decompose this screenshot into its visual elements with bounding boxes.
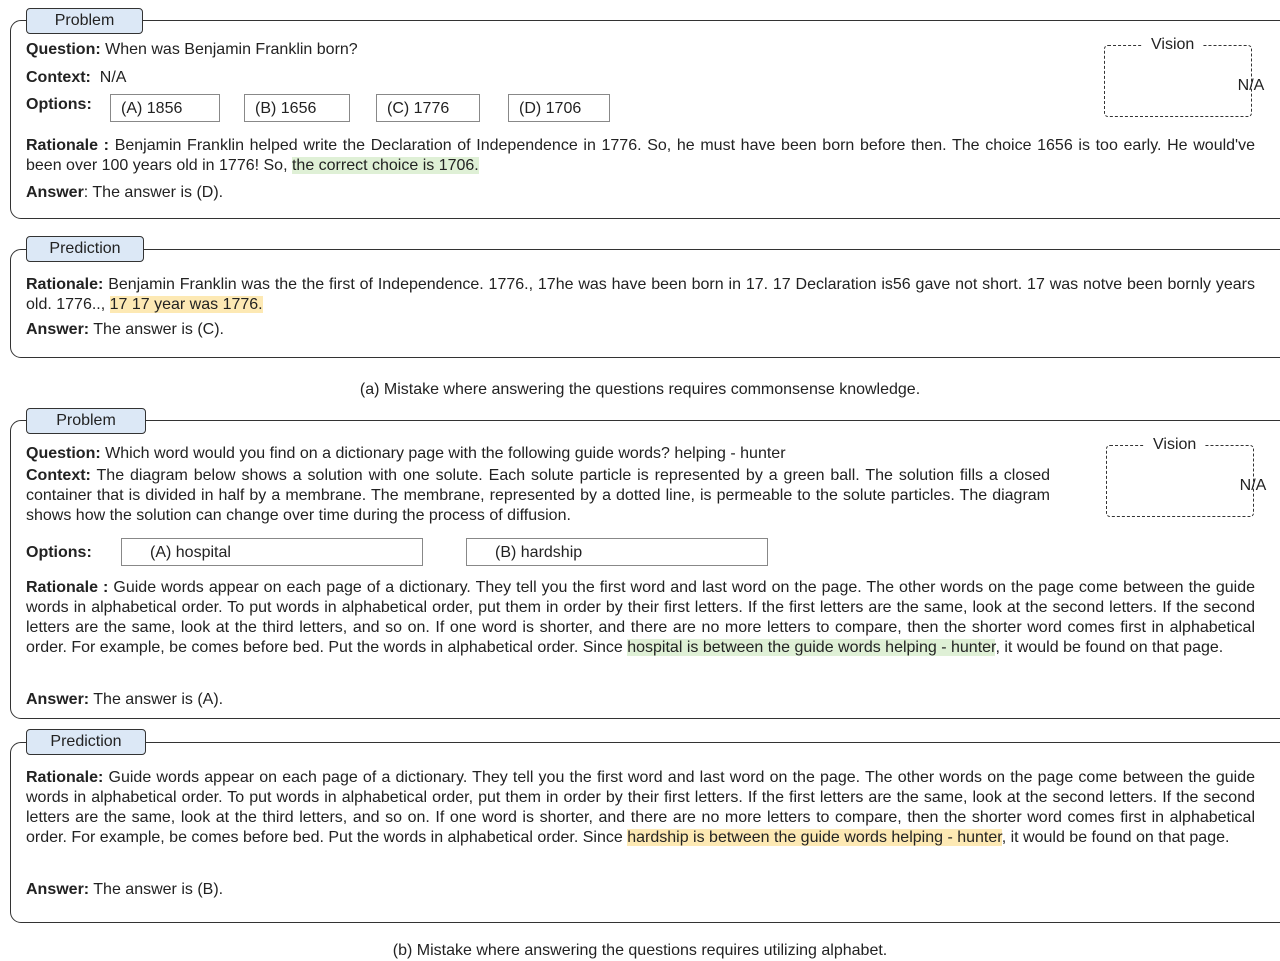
pred-rationale-highlight: hardship is between the guide words help… — [627, 829, 1002, 846]
answer-label: Answer — [26, 184, 84, 201]
pred-answer-text: The answer is (C). — [93, 321, 224, 338]
pred-rationale-highlight: 17 17 year was 1776. — [109, 296, 263, 313]
pred-answer-label: Answer: — [26, 881, 90, 898]
rationale-text: Benjamin Franklin helped write the Decla… — [26, 137, 1255, 174]
pred-rationale-tail: , it would be found on that page. — [1001, 829, 1230, 846]
context-text: N/A — [99, 69, 127, 86]
answer-row-a: Answer: The answer is (D). — [26, 183, 223, 203]
answer-label: Answer: — [26, 691, 90, 708]
prediction-rationale-b: Rationale: Guide words appear on each pa… — [26, 768, 1255, 848]
pred-answer-row-a: Answer: The answer is (C). — [26, 320, 224, 340]
question-row-b: Question: Which word would you find on a… — [26, 444, 786, 464]
vision-label: Vision — [1145, 436, 1205, 454]
answer-text: The answer is (A). — [93, 691, 224, 708]
context-row-b: Context: The diagram below shows a solut… — [26, 466, 1050, 526]
pred-answer-row-b: Answer: The answer is (B). — [26, 880, 223, 900]
context-label: Context: — [26, 467, 91, 484]
pred-answer-text: The answer is (B). — [93, 881, 224, 898]
context-row-a: Context: N/A — [26, 68, 126, 88]
question-label: Question: — [26, 41, 101, 58]
pred-rationale-label: Rationale: — [26, 769, 104, 786]
question-label: Question: — [26, 445, 101, 462]
answer-row-b: Answer: The answer is (A). — [26, 690, 223, 710]
vision-value: N/A — [1239, 477, 1267, 494]
option-a: (A) 1856 — [110, 94, 220, 122]
vision-label: Vision — [1143, 36, 1203, 54]
options-label-a: Options: — [26, 96, 92, 113]
vision-box-a: Vision N/A — [1104, 36, 1264, 117]
problem-panel-b — [10, 420, 1280, 719]
question-row-a: Question: When was Benjamin Franklin bor… — [26, 40, 358, 60]
answer-text: : The answer is (D). — [83, 184, 224, 201]
prediction-tab-b: Prediction — [26, 729, 146, 755]
pred-answer-label: Answer: — [26, 321, 90, 338]
options-label-b: Options: — [26, 544, 92, 561]
prediction-rationale-a: Rationale: Benjamin Franklin was the the… — [26, 275, 1255, 315]
prediction-tab-a: Prediction — [26, 236, 144, 262]
context-label: Context: — [26, 69, 91, 86]
pred-rationale-label: Rationale: — [26, 276, 104, 293]
rationale-highlight: the correct choice is 1706. — [291, 157, 479, 174]
option-b: (B) 1656 — [244, 94, 350, 122]
caption-b: (b) Mistake where answering the question… — [392, 942, 888, 959]
context-text: The diagram below shows a solution with … — [26, 467, 1051, 524]
option-d: (D) 1706 — [508, 94, 610, 122]
question-text: When was Benjamin Franklin born? — [105, 41, 358, 58]
rationale-b: Rationale : Guide words appear on each p… — [26, 578, 1255, 658]
rationale-label: Rationale : — [26, 137, 110, 154]
option-b: (B) hardship — [466, 538, 768, 566]
vision-value: N/A — [1237, 77, 1265, 94]
question-text: Which word would you find on a dictionar… — [105, 445, 786, 462]
problem-tab-b: Problem — [26, 408, 146, 434]
option-a: (A) hospital — [121, 538, 423, 566]
rationale-a: Rationale : Benjamin Franklin helped wri… — [26, 136, 1255, 176]
rationale-label: Rationale : — [26, 579, 109, 596]
rationale-tail: , it would be found on that page. — [995, 639, 1224, 656]
vision-box-b: Vision N/A — [1106, 436, 1266, 517]
option-c: (C) 1776 — [376, 94, 480, 122]
rationale-highlight: hospital is between the guide words help… — [627, 639, 996, 656]
caption-a: (a) Mistake where answering the question… — [359, 381, 921, 398]
problem-tab-a: Problem — [26, 8, 143, 34]
